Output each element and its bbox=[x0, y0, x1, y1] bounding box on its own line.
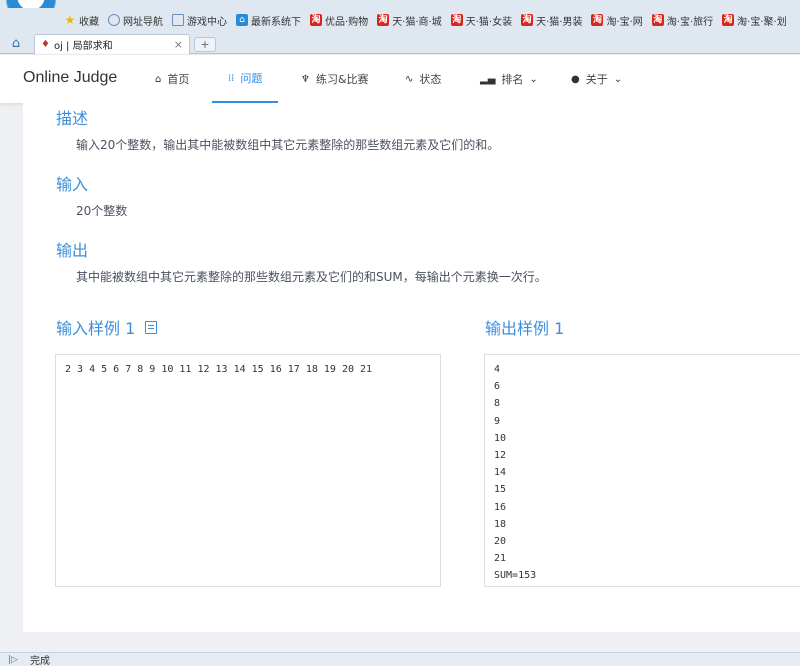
output-title: 输出 bbox=[56, 243, 89, 260]
sample-input-heading: 输入样例 1 bbox=[56, 315, 158, 339]
chevron-down-icon: ⌄ bbox=[529, 73, 538, 85]
nav-rank[interactable]: ▂▄ 排名 ⌄ bbox=[480, 55, 538, 103]
status-bar: |▷ 完成 bbox=[0, 652, 800, 666]
bookmark-tmall[interactable]: 淘天·猫·商·城 bbox=[377, 13, 442, 28]
bookmark-taobao[interactable]: 淘淘·宝·网 bbox=[591, 13, 643, 28]
site-navbar: Online Judge ⌂ 首页 ⁞⁞ 问题 ♆ 练习&比赛 ∿ 状态 ▂▄ … bbox=[0, 55, 800, 103]
info-icon: ● bbox=[571, 73, 580, 85]
sample-output-box[interactable]: 4 6 8 9 10 12 14 15 16 18 20 21 SUM=153 bbox=[484, 354, 800, 587]
bar-chart-icon: ▂▄ bbox=[480, 73, 496, 85]
home-icon[interactable]: ⌂ bbox=[8, 35, 24, 51]
chevron-down-icon: ⌄ bbox=[613, 73, 623, 85]
tab-bar: ⌂ ♦ oj | 局部求和 × + bbox=[0, 32, 800, 54]
nav-problems[interactable]: ⁞⁞ 问题 bbox=[212, 55, 279, 103]
input-text: 20个整数 bbox=[76, 204, 128, 218]
home-icon: ⌂ bbox=[155, 73, 162, 85]
globe-icon bbox=[108, 14, 120, 26]
bookmark-taobao-travel[interactable]: 淘淘·宝·旅行 bbox=[651, 13, 713, 28]
trophy-icon: ♆ bbox=[301, 73, 310, 85]
taobao-icon: 淘 bbox=[521, 14, 534, 26]
bookmarks-bar: ★ 收藏 网址导航 游戏中心 ⌂ 最新系统下 淘优品·购物 淘天·猫·商·城 淘天·… bbox=[0, 8, 800, 32]
problem-panel: 描述 输入20个整数，输出其中能被数组中其它元素整除的那些数组元素及它们的和。 … bbox=[23, 103, 800, 632]
description-title: 描述 bbox=[56, 111, 89, 128]
site-brand[interactable]: Online Judge bbox=[23, 69, 117, 87]
star-icon: ★ bbox=[64, 13, 76, 27]
input-title: 输入 bbox=[56, 177, 89, 194]
page-icon bbox=[172, 14, 184, 26]
output-text: 其中能被数组中其它元素整除的那些数组元素及它们的和SUM，每输出个元素换一次行。 bbox=[76, 270, 547, 284]
taobao-icon: 淘 bbox=[310, 14, 322, 26]
sample-input-title: 输入样例 1 bbox=[56, 319, 136, 338]
nav-status[interactable]: ∿ 状态 bbox=[405, 55, 441, 103]
status-text: 完成 bbox=[29, 656, 50, 666]
sample-output-title: 输出样例 1 bbox=[485, 319, 565, 338]
bookmark-tmall-women[interactable]: 淘天·猫·女装 bbox=[450, 13, 512, 28]
bookmark-tmall-men[interactable]: 淘天·猫·男装 bbox=[521, 13, 582, 28]
new-tab-button[interactable]: + bbox=[194, 37, 216, 52]
description-text: 输入20个整数，输出其中能被数组中其它元素整除的那些数组元素及它们的和。 bbox=[76, 138, 500, 152]
sample-input-box[interactable]: 2 3 4 5 6 7 8 9 10 11 12 13 14 15 16 17 … bbox=[55, 354, 441, 587]
copy-icon[interactable] bbox=[145, 320, 158, 334]
taobao-icon: 淘 bbox=[377, 14, 390, 26]
nav-about[interactable]: ● 关于 ⌄ bbox=[571, 55, 622, 103]
sample-output-heading: 输出样例 1 bbox=[485, 315, 564, 339]
taobao-icon: 淘 bbox=[651, 14, 664, 26]
taobao-icon: 淘 bbox=[591, 14, 604, 26]
tab-title: oj | 局部求和 bbox=[53, 41, 113, 52]
bookmark-system[interactable]: ⌂ 最新系统下 bbox=[236, 13, 301, 28]
browser-tab[interactable]: ♦ oj | 局部求和 × bbox=[34, 34, 190, 54]
nav-contests[interactable]: ♆ 练习&比赛 bbox=[301, 55, 369, 103]
bookmark-youpin[interactable]: 淘优品·购物 bbox=[310, 13, 368, 28]
grid-icon: ⁞⁞ bbox=[228, 72, 235, 84]
bookmark-taobao-juhua[interactable]: 淘淘·宝·聚·划 bbox=[722, 13, 787, 28]
bookmark-favorites[interactable]: ★ 收藏 bbox=[64, 13, 99, 28]
nav-home[interactable]: ⌂ 首页 bbox=[155, 55, 189, 103]
close-icon[interactable]: × bbox=[174, 38, 183, 51]
taobao-icon: 淘 bbox=[450, 14, 463, 26]
bookmark-games[interactable]: 游戏中心 bbox=[172, 13, 227, 28]
sidebar-toggle-icon[interactable]: |▷ bbox=[8, 655, 18, 665]
bookmark-nav[interactable]: 网址导航 bbox=[108, 13, 163, 28]
taobao-icon: 淘 bbox=[722, 14, 735, 26]
blue-site-icon: ⌂ bbox=[236, 14, 248, 26]
pulse-icon: ∿ bbox=[405, 73, 414, 85]
favicon-icon: ♦ bbox=[41, 39, 50, 50]
